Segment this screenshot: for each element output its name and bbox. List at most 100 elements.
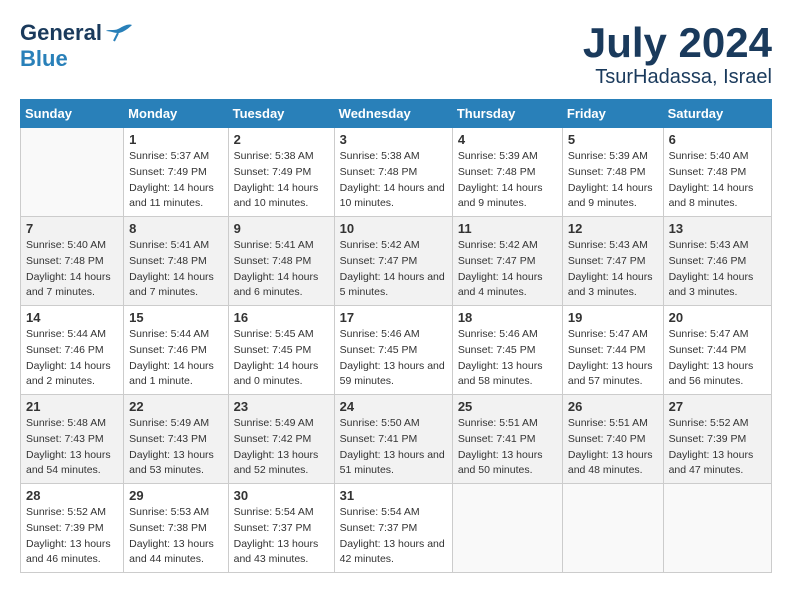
calendar-cell: 24Sunrise: 5:50 AMSunset: 7:41 PMDayligh… bbox=[334, 395, 452, 484]
calendar-week-row: 1Sunrise: 5:37 AMSunset: 7:49 PMDaylight… bbox=[21, 128, 772, 217]
day-info: Sunrise: 5:38 AMSunset: 7:48 PMDaylight:… bbox=[340, 149, 447, 212]
sunrise-text: Sunrise: 5:40 AM bbox=[669, 150, 749, 162]
sunset-text: Sunset: 7:47 PM bbox=[568, 255, 646, 267]
title-section: July 2024 TsurHadassa, Israel bbox=[583, 20, 772, 89]
sunrise-text: Sunrise: 5:39 AM bbox=[568, 150, 648, 162]
header-day-friday: Friday bbox=[562, 100, 663, 128]
sunrise-text: Sunrise: 5:49 AM bbox=[234, 417, 314, 429]
day-info: Sunrise: 5:39 AMSunset: 7:48 PMDaylight:… bbox=[568, 149, 658, 212]
day-info: Sunrise: 5:40 AMSunset: 7:48 PMDaylight:… bbox=[669, 149, 766, 212]
sunrise-text: Sunrise: 5:41 AM bbox=[129, 239, 209, 251]
sunrise-text: Sunrise: 5:51 AM bbox=[458, 417, 538, 429]
daylight-text: Daylight: 14 hours and 6 minutes. bbox=[234, 271, 319, 299]
day-info: Sunrise: 5:44 AMSunset: 7:46 PMDaylight:… bbox=[129, 327, 222, 390]
sunrise-text: Sunrise: 5:47 AM bbox=[669, 328, 749, 340]
logo-bird-icon bbox=[104, 21, 136, 45]
day-info: Sunrise: 5:42 AMSunset: 7:47 PMDaylight:… bbox=[458, 238, 557, 301]
daylight-text: Daylight: 14 hours and 7 minutes. bbox=[129, 271, 214, 299]
calendar-week-row: 21Sunrise: 5:48 AMSunset: 7:43 PMDayligh… bbox=[21, 395, 772, 484]
daylight-text: Daylight: 13 hours and 57 minutes. bbox=[568, 360, 653, 388]
calendar-cell bbox=[663, 484, 771, 573]
sunset-text: Sunset: 7:45 PM bbox=[340, 344, 418, 356]
calendar-cell: 7Sunrise: 5:40 AMSunset: 7:48 PMDaylight… bbox=[21, 217, 124, 306]
sunset-text: Sunset: 7:39 PM bbox=[669, 433, 747, 445]
calendar-cell: 10Sunrise: 5:42 AMSunset: 7:47 PMDayligh… bbox=[334, 217, 452, 306]
day-number: 31 bbox=[340, 488, 447, 503]
calendar-cell: 3 Sunrise: 5:38 AMSunset: 7:48 PMDaylight… bbox=[334, 128, 452, 217]
sunset-text: Sunset: 7:44 PM bbox=[568, 344, 646, 356]
day-number: 1 bbox=[129, 132, 222, 147]
location-title: TsurHadassa, Israel bbox=[583, 66, 772, 89]
daylight-text: Daylight: 14 hours and 7 minutes. bbox=[26, 271, 111, 299]
daylight-text: Daylight: 13 hours and 46 minutes. bbox=[26, 538, 111, 566]
day-info: Sunrise: 5:47 AMSunset: 7:44 PMDaylight:… bbox=[568, 327, 658, 390]
day-number: 4 bbox=[458, 132, 557, 147]
day-info: Sunrise: 5:43 AMSunset: 7:47 PMDaylight:… bbox=[568, 238, 658, 301]
day-number: 3 bbox=[340, 132, 447, 147]
daylight-text: Daylight: 14 hours and 11 minutes. bbox=[129, 182, 214, 210]
day-info: Sunrise: 5:38 AMSunset: 7:49 PMDaylight:… bbox=[234, 149, 329, 212]
daylight-text: Daylight: 13 hours and 51 minutes. bbox=[340, 449, 445, 477]
calendar-cell: 16Sunrise: 5:45 AMSunset: 7:45 PMDayligh… bbox=[228, 306, 334, 395]
calendar-cell: 27Sunrise: 5:52 AMSunset: 7:39 PMDayligh… bbox=[663, 395, 771, 484]
calendar-cell: 26Sunrise: 5:51 AMSunset: 7:40 PMDayligh… bbox=[562, 395, 663, 484]
daylight-text: Daylight: 13 hours and 50 minutes. bbox=[458, 449, 543, 477]
day-number: 5 bbox=[568, 132, 658, 147]
daylight-text: Daylight: 14 hours and 2 minutes. bbox=[26, 360, 111, 388]
sunrise-text: Sunrise: 5:54 AM bbox=[340, 506, 420, 518]
day-number: 28 bbox=[26, 488, 118, 503]
sunset-text: Sunset: 7:44 PM bbox=[669, 344, 747, 356]
sunset-text: Sunset: 7:38 PM bbox=[129, 522, 207, 534]
sunset-text: Sunset: 7:39 PM bbox=[26, 522, 104, 534]
calendar-cell: 18Sunrise: 5:46 AMSunset: 7:45 PMDayligh… bbox=[452, 306, 562, 395]
header-day-sunday: Sunday bbox=[21, 100, 124, 128]
sunrise-text: Sunrise: 5:53 AM bbox=[129, 506, 209, 518]
daylight-text: Daylight: 13 hours and 48 minutes. bbox=[568, 449, 653, 477]
calendar-table: SundayMondayTuesdayWednesdayThursdayFrid… bbox=[20, 99, 772, 573]
day-number: 19 bbox=[568, 310, 658, 325]
calendar-week-row: 14Sunrise: 5:44 AMSunset: 7:46 PMDayligh… bbox=[21, 306, 772, 395]
daylight-text: Daylight: 13 hours and 53 minutes. bbox=[129, 449, 214, 477]
sunset-text: Sunset: 7:42 PM bbox=[234, 433, 312, 445]
day-info: Sunrise: 5:48 AMSunset: 7:43 PMDaylight:… bbox=[26, 416, 118, 479]
day-info: Sunrise: 5:49 AMSunset: 7:42 PMDaylight:… bbox=[234, 416, 329, 479]
day-number: 20 bbox=[669, 310, 766, 325]
day-info: Sunrise: 5:53 AMSunset: 7:38 PMDaylight:… bbox=[129, 505, 222, 568]
logo-general: General bbox=[20, 20, 102, 46]
day-number: 29 bbox=[129, 488, 222, 503]
sunset-text: Sunset: 7:46 PM bbox=[669, 255, 747, 267]
sunset-text: Sunset: 7:43 PM bbox=[26, 433, 104, 445]
sunset-text: Sunset: 7:37 PM bbox=[234, 522, 312, 534]
sunset-text: Sunset: 7:46 PM bbox=[26, 344, 104, 356]
logo-blue: Blue bbox=[20, 46, 68, 72]
sunrise-text: Sunrise: 5:48 AM bbox=[26, 417, 106, 429]
sunset-text: Sunset: 7:43 PM bbox=[129, 433, 207, 445]
calendar-cell: 13 Sunrise: 5:43 AMSunset: 7:46 PMDayligh… bbox=[663, 217, 771, 306]
calendar-cell: 17 Sunrise: 5:46 AMSunset: 7:45 PMDayligh… bbox=[334, 306, 452, 395]
day-info: Sunrise: 5:40 AMSunset: 7:48 PMDaylight:… bbox=[26, 238, 118, 301]
month-title: July 2024 bbox=[583, 20, 772, 66]
calendar-cell: 5 Sunrise: 5:39 AMSunset: 7:48 PMDaylight… bbox=[562, 128, 663, 217]
day-number: 13 bbox=[669, 221, 766, 236]
daylight-text: Daylight: 14 hours and 8 minutes. bbox=[669, 182, 754, 210]
calendar-cell: 6 Sunrise: 5:40 AMSunset: 7:48 PMDaylight… bbox=[663, 128, 771, 217]
header-day-thursday: Thursday bbox=[452, 100, 562, 128]
calendar-cell: 31Sunrise: 5:54 AMSunset: 7:37 PMDayligh… bbox=[334, 484, 452, 573]
sunrise-text: Sunrise: 5:42 AM bbox=[340, 239, 420, 251]
daylight-text: Daylight: 13 hours and 58 minutes. bbox=[458, 360, 543, 388]
day-info: Sunrise: 5:51 AMSunset: 7:40 PMDaylight:… bbox=[568, 416, 658, 479]
sunset-text: Sunset: 7:48 PM bbox=[340, 166, 418, 178]
sunset-text: Sunset: 7:48 PM bbox=[129, 255, 207, 267]
day-info: Sunrise: 5:46 AMSunset: 7:45 PMDaylight:… bbox=[340, 327, 447, 390]
day-number: 17 bbox=[340, 310, 447, 325]
sunset-text: Sunset: 7:37 PM bbox=[340, 522, 418, 534]
daylight-text: Daylight: 14 hours and 9 minutes. bbox=[568, 182, 653, 210]
day-info: Sunrise: 5:43 AMSunset: 7:46 PMDaylight:… bbox=[669, 238, 766, 301]
calendar-cell: 19 Sunrise: 5:47 AMSunset: 7:44 PMDayligh… bbox=[562, 306, 663, 395]
sunset-text: Sunset: 7:48 PM bbox=[458, 166, 536, 178]
day-number: 6 bbox=[669, 132, 766, 147]
calendar-week-row: 7Sunrise: 5:40 AMSunset: 7:48 PMDaylight… bbox=[21, 217, 772, 306]
day-info: Sunrise: 5:54 AMSunset: 7:37 PMDaylight:… bbox=[234, 505, 329, 568]
sunrise-text: Sunrise: 5:40 AM bbox=[26, 239, 106, 251]
sunrise-text: Sunrise: 5:52 AM bbox=[26, 506, 106, 518]
